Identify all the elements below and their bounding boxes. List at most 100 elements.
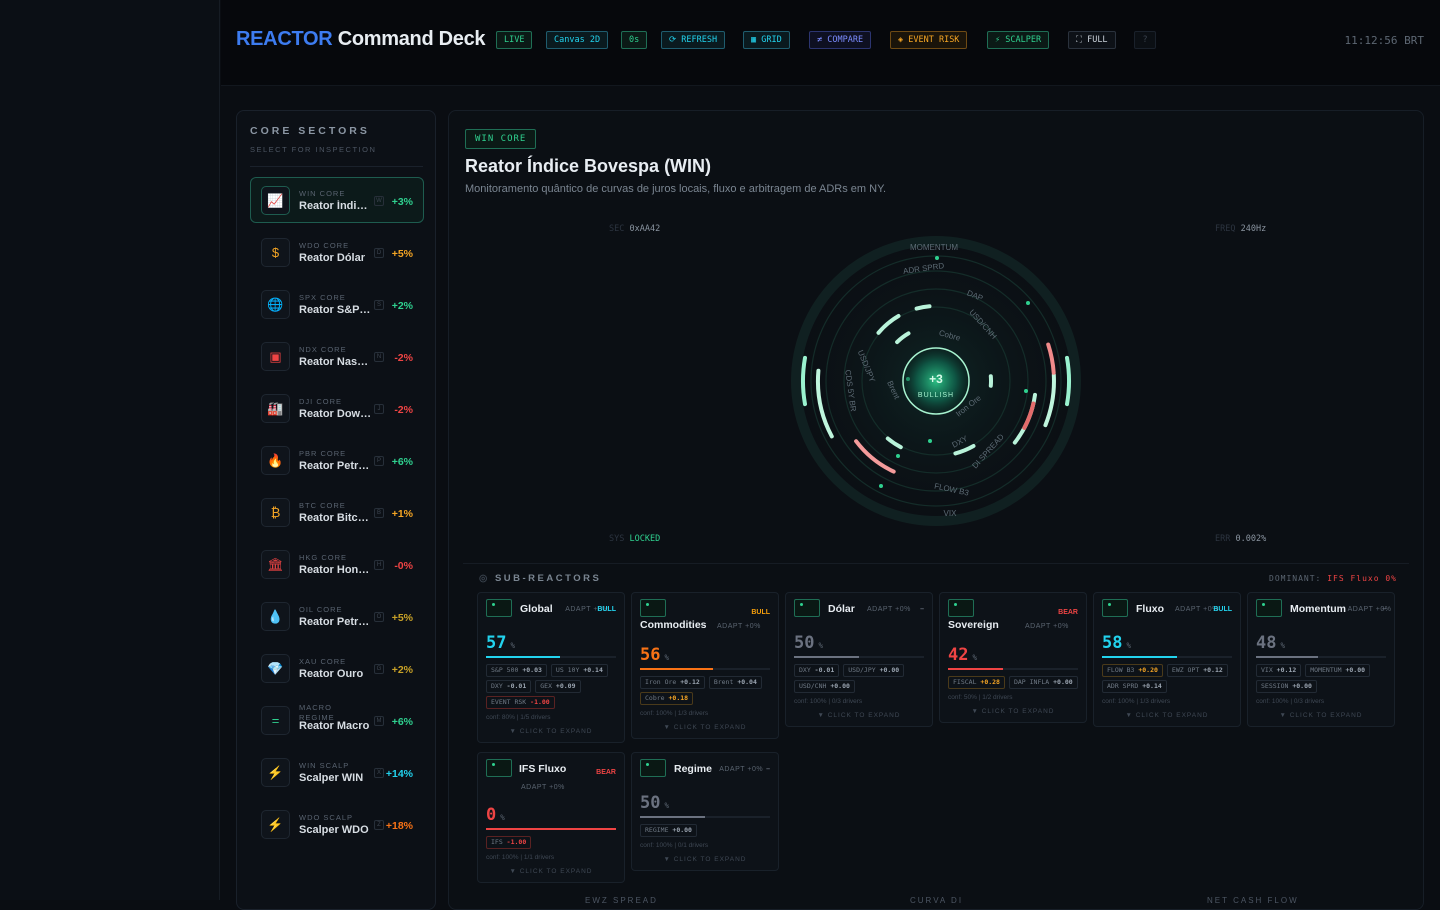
expand-toggle[interactable]: ▼ CLICK TO EXPAND — [1094, 712, 1240, 719]
reactor-arc — [803, 358, 805, 404]
sector-item-wdo-scalp[interactable]: ⚡WDO SCALPScalper WDOZ+18% — [250, 801, 424, 847]
sector-change: +5% — [392, 248, 413, 260]
card-mode: ADAPT +0% — [1025, 623, 1069, 630]
card-mode: ADAPT +0% — [719, 766, 763, 773]
dominant-indicator: DOMINANT: IFS Fluxo 0% — [1269, 574, 1397, 583]
driver-chip: VIX +0.12 — [1256, 664, 1301, 677]
core-sectors-panel: CORE SECTORS SELECT FOR INSPECTION 📈WIN … — [236, 110, 436, 910]
corner-err: ERR 0.002% — [1215, 534, 1266, 544]
reactor-label: VIX — [944, 509, 958, 518]
sector-name: Reator Dow Jones — [299, 408, 373, 420]
factory-icon: 🏭 — [261, 394, 290, 423]
header-pill-scalper[interactable]: ⚡ SCALPER — [987, 31, 1049, 49]
card-bias: BEAR — [1058, 609, 1078, 616]
help-button[interactable]: ? — [1134, 31, 1156, 49]
card-confidence: conf: 100% | 0/3 drivers — [794, 698, 862, 705]
header-pill-compare[interactable]: ≠ COMPARE — [809, 31, 871, 49]
bank-icon: 🏛 — [261, 550, 290, 579]
sector-item-hkg-core[interactable]: 🏛HKG COREReator Hong KongH-0% — [250, 541, 424, 587]
sector-item-xau-core[interactable]: 💎XAU COREReator OuroG+2% — [250, 645, 424, 691]
sector-name: Reator Petróleo — [299, 616, 373, 628]
sector-item-win-core[interactable]: 📈WIN COREReator Índice Bovespa (WIN)W+3% — [250, 177, 424, 223]
sub-reactor-card-fluxo[interactable]: FluxoADAPT +0%BULL58%FLOW B3 +0.20EWZ OP… — [1093, 592, 1241, 727]
expand-toggle[interactable]: ▼ CLICK TO EXPAND — [632, 856, 778, 863]
card-value: 50% — [794, 633, 823, 653]
sector-change: +18% — [386, 820, 413, 832]
sector-change: +6% — [392, 716, 413, 728]
sub-reactor-card-dólar[interactable]: DólarADAPT +0%–50%DXY -0.01USD/JPY +0.00… — [785, 592, 933, 727]
reactor-particle — [879, 484, 883, 488]
sector-item-pbr-core[interactable]: 🔥PBR COREReator PetrobrasP+6% — [250, 437, 424, 483]
sector-code: XAU CORE — [299, 657, 346, 666]
sub-reactor-card-commodities[interactable]: CommoditiesADAPT +0%BULL56%Iron Ore +0.1… — [631, 592, 779, 739]
expand-toggle[interactable]: ▼ CLICK TO EXPAND — [478, 728, 624, 735]
header-pill-refresh[interactable]: ⟳ REFRESH — [661, 31, 725, 49]
card-bias: BULL — [751, 609, 770, 616]
driver-chips: S&P 500 +0.03US 10Y +0.14DXY -0.01GEX +0… — [486, 664, 618, 709]
reactor-arc — [1067, 358, 1069, 404]
header-pill-live[interactable]: LIVE — [496, 31, 532, 49]
expand-toggle[interactable]: ▼ CLICK TO EXPAND — [786, 712, 932, 719]
sector-item-spx-core[interactable]: 🌐SPX COREReator S&P 500S+2% — [250, 281, 424, 327]
expand-toggle[interactable]: ▼ CLICK TO EXPAND — [478, 868, 624, 875]
sector-name: Reator Índice Bovespa (WIN) — [299, 200, 373, 212]
card-mode: ADAPT +0% — [521, 784, 565, 791]
sector-change: +14% — [386, 768, 413, 780]
driver-chip: S&P 500 +0.03 — [486, 664, 547, 677]
chart-panel-label: EWZ SPREAD — [585, 896, 658, 905]
card-value: 0% — [486, 805, 505, 825]
reactor-particle — [928, 439, 932, 443]
driver-chip: GEX +0.09 — [535, 680, 580, 693]
sector-name: Scalper WDO — [299, 824, 373, 836]
driver-chips: DXY -0.01USD/JPY +0.00USD/CNH +0.00 — [794, 664, 926, 693]
expand-toggle[interactable]: ▼ CLICK TO EXPAND — [940, 708, 1086, 715]
status-led — [948, 599, 974, 617]
sector-name: Reator Nasdaq — [299, 356, 373, 368]
sector-code: WDO SCALP — [299, 813, 353, 822]
sector-item-ndx-core[interactable]: ▣NDX COREReator NasdaqN-2% — [250, 333, 424, 379]
card-bias: – — [920, 606, 924, 613]
sector-hotkey: N — [374, 352, 384, 362]
expand-toggle[interactable]: ▼ CLICK TO EXPAND — [632, 724, 778, 731]
card-confidence: conf: 100% | 1/1 drivers — [486, 854, 554, 861]
card-name: IFS Fluxo — [519, 761, 589, 778]
status-led — [640, 759, 666, 777]
driver-chip: FLOW B3 +0.20 — [1102, 664, 1163, 677]
card-mode: ADAPT +0% — [867, 606, 911, 613]
sector-code: BTC CORE — [299, 501, 346, 510]
corner-sec: SEC 0xAA42 — [609, 224, 660, 234]
chart-line-icon: 📈 — [261, 186, 290, 215]
reactor-visual[interactable]: +3BULLISHMOMENTUMADR SPRDDAPUSD/CNHCobre… — [754, 221, 1114, 551]
header-pill-event-risk[interactable]: ◈ EVENT RISK — [890, 31, 967, 49]
sector-item-oil-core[interactable]: 💧OIL COREReator PetróleoO+5% — [250, 593, 424, 639]
sub-reactor-card-sovereign[interactable]: SovereignADAPT +0%BEAR42%FISCAL +0.28DAP… — [939, 592, 1087, 723]
sector-item-dji-core[interactable]: 🏭DJI COREReator Dow JonesJ-2% — [250, 385, 424, 431]
header-pill-0s[interactable]: 0s — [621, 31, 647, 49]
status-led — [486, 599, 512, 617]
driver-chip: Cobre +0.18 — [640, 692, 693, 705]
header-pill-canvas-2d[interactable]: Canvas 2D — [546, 31, 608, 49]
bolt-icon: ⚡ — [261, 758, 290, 787]
sub-reactor-card-momentum[interactable]: MomentumADAPT +0%–48%VIX +0.12MOMENTUM +… — [1247, 592, 1395, 727]
card-level-bar — [486, 828, 616, 830]
sectors-title: CORE SECTORS — [250, 125, 370, 137]
card-name: Regime — [674, 761, 712, 778]
header-pill-full[interactable]: ⛶ FULL — [1068, 31, 1116, 49]
card-value: 58% — [1102, 633, 1131, 653]
driver-chips: REGIME +0.00 — [640, 824, 772, 837]
sub-reactor-card-global[interactable]: GlobalADAPT +0%BULL57%S&P 500 +0.03US 10… — [477, 592, 625, 743]
reactor-particle — [1026, 301, 1030, 305]
card-bias: – — [766, 766, 770, 773]
sector-item-macro-regime[interactable]: =MACRO REGIMEReator MacroM+6% — [250, 697, 424, 743]
reactor-arc — [917, 306, 930, 308]
card-mode: ADAPT +0% — [1175, 606, 1219, 613]
sub-reactor-card-regime[interactable]: RegimeADAPT +0%–50%REGIME +0.00conf: 100… — [631, 752, 779, 871]
sector-item-wdo-core[interactable]: $WDO COREReator DólarD+5% — [250, 229, 424, 275]
sector-item-btc-core[interactable]: ₿BTC COREReator BitcoinB+1% — [250, 489, 424, 535]
sector-name: Reator Dólar — [299, 252, 373, 264]
expand-toggle[interactable]: ▼ CLICK TO EXPAND — [1248, 712, 1394, 719]
sector-name: Reator S&P 500 — [299, 304, 373, 316]
sub-reactor-card-ifs-fluxo[interactable]: IFS FluxoADAPT +0%BEAR0%IFS -1.00conf: 1… — [477, 752, 625, 883]
header-pill-grid[interactable]: ▦ GRID — [743, 31, 790, 49]
sector-item-win-scalp[interactable]: ⚡WIN SCALPScalper WINX+14% — [250, 749, 424, 795]
